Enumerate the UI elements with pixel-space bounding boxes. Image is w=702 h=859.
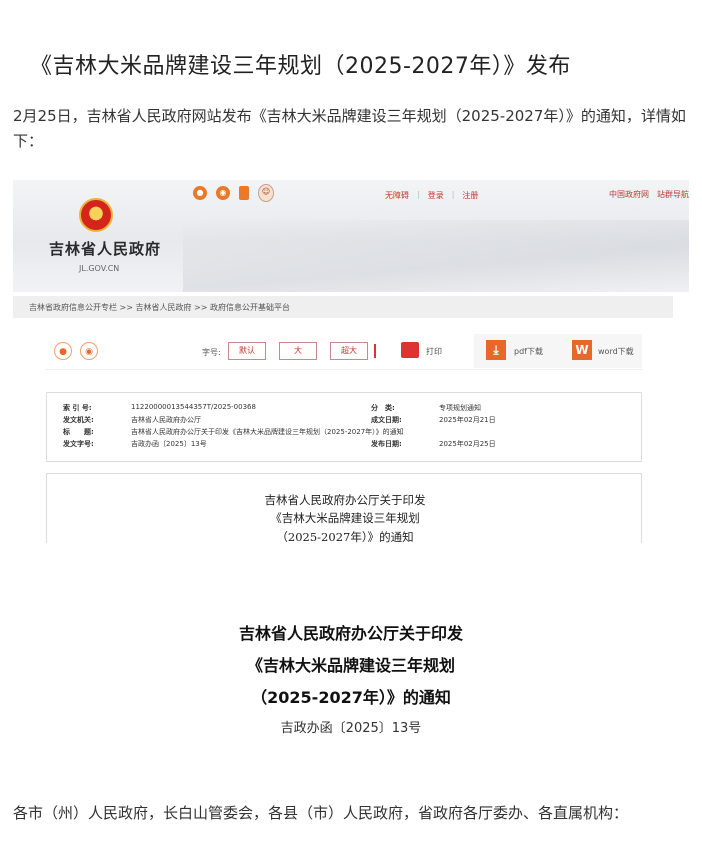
meta-key: 分 类: bbox=[371, 404, 395, 412]
wechat-icon[interactable]: ● bbox=[193, 186, 207, 200]
weibo-icon[interactable]: ◉ bbox=[216, 186, 230, 200]
meta-key: 标 题: bbox=[63, 428, 94, 436]
site-nav-link[interactable]: 站群导航 bbox=[657, 189, 689, 200]
article-toolbar: ● ◉ 字号: 默认 大 超大 打印 ⤓ pdf下载 W word下载 bbox=[46, 332, 642, 370]
doc-heading-line: （2025-2027年）》的通知 bbox=[276, 530, 414, 543]
print-label[interactable]: 打印 bbox=[426, 346, 442, 357]
meta-value: 吉林省人民政府办公厅 bbox=[131, 416, 201, 424]
gov-cn-link[interactable]: 中国政府网 bbox=[609, 189, 649, 200]
word-download-label[interactable]: word下载 bbox=[598, 346, 634, 357]
mobile-icon[interactable] bbox=[239, 186, 249, 200]
wechat-share-icon[interactable]: ● bbox=[54, 342, 72, 360]
toolbar-share-icons: ● ◉ bbox=[54, 342, 98, 360]
doc-heading-line: 《吉林大米品牌建设三年规划 bbox=[270, 511, 420, 525]
meta-row: 索 引 号: 11220000013544357T/2025-00368 分 类… bbox=[47, 403, 643, 415]
article-title: 《吉林大米品牌建设三年规划（2025-2027年）》发布 bbox=[30, 54, 571, 79]
font-size-label: 字号: bbox=[202, 348, 221, 357]
meta-key: 发布日期: bbox=[371, 440, 402, 448]
font-size-large-button[interactable]: 大 bbox=[279, 342, 317, 360]
site-domain: JL.GOV.CN bbox=[79, 264, 120, 273]
meta-value: 2025年02月25日 bbox=[439, 440, 496, 448]
login-link[interactable]: 登录 bbox=[428, 190, 444, 201]
meta-value: 专项规划通知 bbox=[439, 404, 481, 412]
weibo-share-icon[interactable]: ◉ bbox=[80, 342, 98, 360]
printer-icon[interactable] bbox=[401, 342, 419, 358]
meta-value: 吉政办函〔2025〕13号 bbox=[131, 440, 207, 448]
meta-value: 吉林省人民政府办公厅关于印发《吉林大米品牌建设三年规划（2025-2027年）》… bbox=[131, 428, 404, 436]
meta-row: 发文机关: 吉林省人民政府办公厅 成文日期: 2025年02月21日 bbox=[47, 415, 643, 427]
meta-key: 索 引 号: bbox=[63, 404, 92, 412]
accessibility-link[interactable]: 无障碍 bbox=[385, 190, 409, 201]
font-size-xlarge-button[interactable]: 超大 bbox=[330, 342, 368, 360]
word-icon[interactable]: W bbox=[572, 340, 592, 360]
breadcrumb[interactable]: 吉林省政府信息公开专栏 >> 吉林省人民政府 >> 政府信息公开基础平台 bbox=[29, 302, 290, 313]
mascot-icon[interactable]: ☺ bbox=[258, 184, 274, 202]
notice-heading-line: 吉林省人民政府办公厅关于印发 bbox=[238, 624, 463, 643]
notice-heading-line: 《吉林大米品牌建设三年规划 bbox=[246, 656, 455, 675]
meta-row: 发文字号: 吉政办函〔2025〕13号 发布日期: 2025年02月25日 bbox=[47, 439, 643, 451]
national-emblem-icon bbox=[79, 198, 113, 232]
top-links: 无障碍 | 登录 | 注册 bbox=[385, 190, 478, 201]
embedded-screenshot: 吉林省人民政府 JL.GOV.CN ● ◉ ☺ 无障碍 | 登录 | 注册 中国… bbox=[13, 180, 689, 543]
doc-heading-line: 吉林省人民政府办公厅关于印发 bbox=[264, 493, 426, 507]
font-size-default-button[interactable]: 默认 bbox=[228, 342, 266, 360]
register-link[interactable]: 注册 bbox=[462, 190, 478, 201]
document-number: 吉政办函〔2025〕13号 bbox=[280, 721, 422, 736]
recipients-paragraph: 各市（州）人民政府，长白山管委会，各县（市）人民政府，省政府各厅委办、各直属机构… bbox=[13, 804, 629, 822]
top-right-links: 中国政府网 站群导航 bbox=[609, 189, 689, 200]
document-frame: 吉林省人民政府办公厅关于印发 《吉林大米品牌建设三年规划 （2025-2027年… bbox=[46, 473, 642, 543]
toolbar-divider bbox=[374, 344, 376, 358]
mountain-banner bbox=[183, 220, 689, 292]
link-separator: | bbox=[451, 190, 455, 199]
meta-value: 2025年02月21日 bbox=[439, 416, 496, 424]
pdf-download-label[interactable]: pdf下载 bbox=[514, 346, 543, 357]
site-name: 吉林省人民政府 bbox=[49, 240, 162, 258]
document-metadata-table: 索 引 号: 11220000013544357T/2025-00368 分 类… bbox=[46, 392, 642, 462]
article-intro: 2月25日，吉林省人民政府网站发布《吉林大米品牌建设三年规划（2025-2027… bbox=[13, 107, 686, 150]
share-icons: ● ◉ ☺ bbox=[193, 184, 274, 202]
meta-row: 标 题: 吉林省人民政府办公厅关于印发《吉林大米品牌建设三年规划（2025-20… bbox=[47, 427, 643, 439]
font-size-options: 默认 大 超大 bbox=[228, 342, 368, 360]
breadcrumb-bar: 吉林省政府信息公开专栏 >> 吉林省人民政府 >> 政府信息公开基础平台 bbox=[13, 296, 673, 318]
site-header: 吉林省人民政府 JL.GOV.CN ● ◉ ☺ 无障碍 | 登录 | 注册 中国… bbox=[13, 180, 689, 292]
meta-key: 成文日期: bbox=[371, 416, 402, 424]
link-separator: | bbox=[417, 190, 420, 199]
meta-key: 发文字号: bbox=[63, 440, 94, 448]
meta-key: 发文机关: bbox=[63, 416, 94, 424]
meta-value: 11220000013544357T/2025-00368 bbox=[131, 403, 256, 411]
pdf-icon[interactable]: ⤓ bbox=[486, 340, 506, 360]
notice-heading-line: （2025-2027年）》的通知 bbox=[251, 688, 451, 707]
